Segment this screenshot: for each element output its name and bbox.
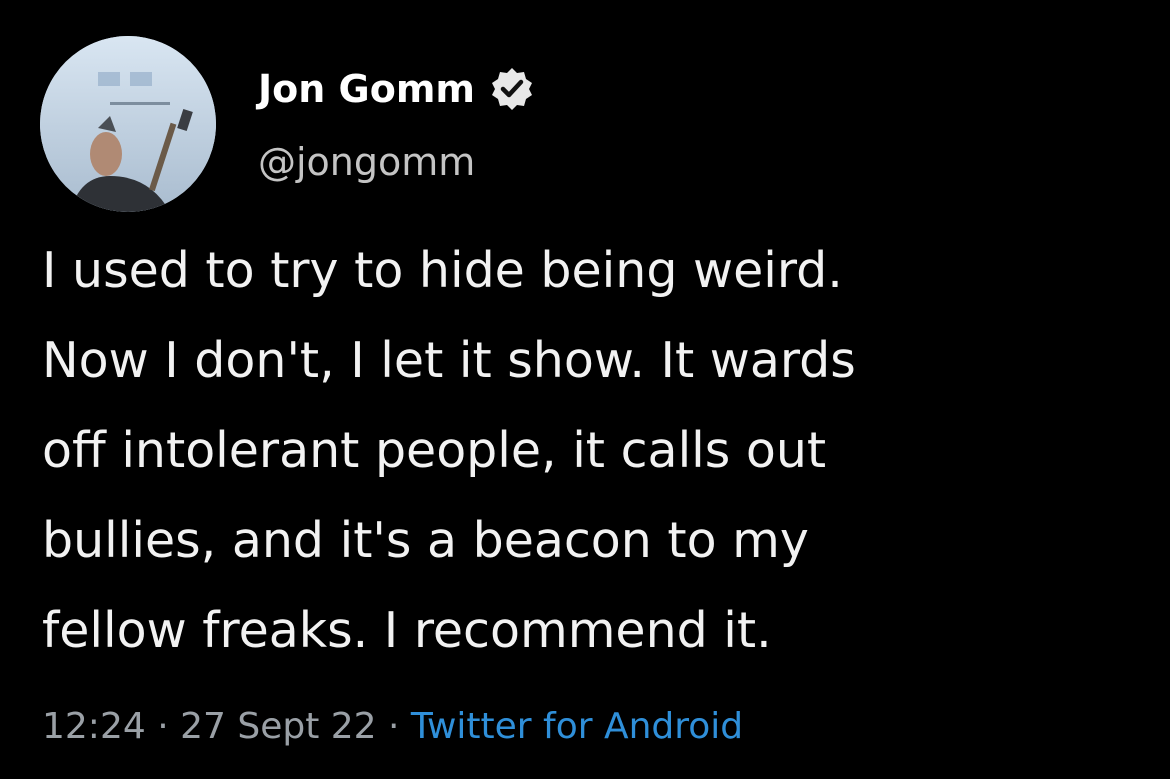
meta-separator: ·: [376, 706, 411, 747]
avatar[interactable]: [40, 36, 216, 212]
tweet-date[interactable]: 27 Sept 22: [180, 706, 376, 747]
tweet-line: bullies, and it's a beacon to my: [42, 512, 809, 569]
tweet-line: Now I don't, I let it show. It wards: [42, 332, 856, 389]
avatar-photo-icon: [40, 36, 216, 212]
tweet-line: off intolerant people, it calls out: [42, 422, 827, 479]
author-handle[interactable]: @jongomm: [258, 140, 475, 184]
tweet-meta: 12:24 · 27 Sept 22 · Twitter for Android: [42, 706, 743, 747]
meta-separator: ·: [145, 706, 181, 747]
tweet-source-link[interactable]: Twitter for Android: [411, 706, 743, 747]
author-display-name[interactable]: Jon Gomm: [258, 67, 475, 111]
tweet-card: Jon Gomm @jongomm I used to try to hide …: [0, 0, 1170, 779]
tweet-line: I used to try to hide being weird.: [42, 242, 843, 299]
tweet-time[interactable]: 12:24: [42, 706, 146, 747]
author-name-row: Jon Gomm: [258, 66, 535, 112]
tweet-body: I used to try to hide being weird. Now I…: [42, 226, 1142, 676]
tweet-line: fellow freaks. I recommend it.: [42, 602, 772, 659]
verified-badge-icon: [489, 66, 535, 112]
